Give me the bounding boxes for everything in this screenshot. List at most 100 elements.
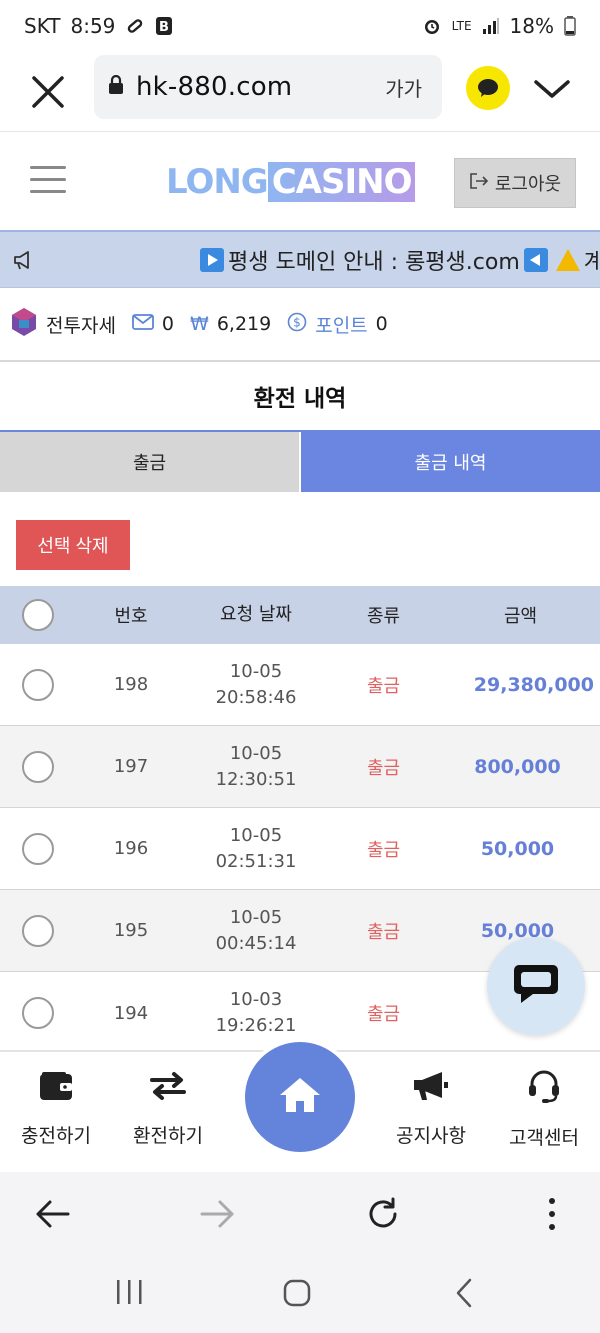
row-date-time: 12:30:51 [215, 768, 297, 790]
live-chat-button[interactable] [487, 937, 585, 1035]
link-icon [125, 16, 145, 36]
notice-ticker: 평생 도메인 안내 : 롱평생.com 계좌 [0, 230, 600, 288]
row-date-day: 10-05 [229, 906, 283, 928]
browser-address-bar: hk-880.com 가가 [0, 52, 600, 132]
back-system-icon[interactable] [454, 1278, 474, 1312]
row-amount: 50,000 [480, 919, 555, 942]
nav-notice[interactable]: 공지사항 [375, 1070, 487, 1148]
logout-button[interactable]: 로그아웃 [454, 158, 576, 208]
menu-icon[interactable] [30, 166, 66, 196]
carrier-label: SKT [24, 14, 61, 38]
row-type: 출금 [366, 675, 401, 697]
row-checkbox[interactable] [22, 914, 54, 947]
url-field[interactable]: hk-880.com 가가 [94, 55, 442, 119]
chat-bubble-icon [511, 961, 561, 1011]
page-title: 환전 내역 [0, 362, 600, 430]
nav-support[interactable]: 고객센터 [488, 1070, 600, 1150]
nav-support-label: 고객센터 [509, 1127, 579, 1149]
header-no: 번호 [114, 606, 148, 627]
tab-withdraw[interactable]: 출금 [0, 432, 301, 492]
home-button[interactable] [241, 1038, 359, 1156]
row-select-cell [0, 832, 76, 865]
tab-withdraw-history[interactable]: 출금 내역 [301, 432, 600, 492]
row-checkbox[interactable] [22, 668, 54, 701]
user-info-bar: 전투자세 0 ₩ 6,219 $ 포인트 0 [0, 288, 600, 362]
battery-icon [564, 16, 576, 36]
message-count: 0 [161, 313, 175, 335]
row-date-time: 00:45:14 [215, 932, 297, 954]
wallet-icon [38, 1070, 74, 1107]
nav-exchange-label: 환전하기 [133, 1125, 203, 1147]
status-right: LTE 18% [422, 14, 576, 38]
status-bar: SKT 8:59 B LTE 18% [0, 0, 600, 52]
site-logo[interactable]: LONG CASINO [166, 162, 416, 202]
row-type: 출금 [366, 757, 401, 779]
select-all-checkbox[interactable] [22, 599, 54, 631]
system-nav-bar [0, 1254, 600, 1333]
headset-icon [526, 1070, 562, 1109]
mail-icon[interactable] [132, 313, 154, 336]
recent-apps-icon[interactable] [114, 1278, 144, 1310]
row-amount: 50,000 [480, 837, 555, 860]
row-type: 출금 [366, 1004, 401, 1025]
points-value: 0 [375, 313, 388, 335]
signal-icon [482, 17, 500, 35]
home-system-icon[interactable] [282, 1278, 312, 1312]
table-row[interactable]: 198 10-05 20:58:46 출금 29,380,000 [0, 644, 600, 726]
svg-text:B: B [159, 20, 169, 35]
header-amount: 금액 [503, 606, 538, 627]
nav-charge[interactable]: 충전하기 [0, 1070, 112, 1148]
browser-toolbar [0, 1172, 600, 1254]
row-date-time: 20:58:46 [215, 686, 297, 708]
svg-text:$: $ [293, 315, 301, 329]
back-arrow-icon[interactable] [32, 1194, 72, 1234]
row-date: 10-05 12:30:51 [186, 741, 326, 793]
chevron-down-icon[interactable] [532, 74, 572, 104]
user-nickname: 전투자세 [46, 314, 116, 337]
row-checkbox[interactable] [22, 997, 54, 1029]
home-icon [278, 1076, 322, 1118]
bottom-nav: 충전하기 환전하기 공지사항 고객센터 [0, 1038, 600, 1172]
row-date: 10-05 02:51:31 [186, 823, 326, 875]
b-app-icon: B [155, 16, 173, 36]
nav-exchange[interactable]: 환전하기 [112, 1070, 224, 1148]
alarm-icon [422, 16, 442, 36]
row-date-day: 10-05 [229, 660, 283, 682]
row-type: 출금 [366, 839, 401, 861]
row-date: 10-03 19:26:21 [186, 987, 326, 1039]
megaphone-icon [12, 248, 36, 276]
battery-label: 18% [509, 14, 554, 38]
row-date-day: 10-05 [229, 742, 283, 764]
user-avatar-icon [10, 306, 38, 343]
text-size-button[interactable]: 가가 [385, 73, 422, 102]
logout-label: 로그아웃 [494, 174, 562, 195]
nav-charge-label: 충전하기 [21, 1125, 91, 1147]
row-no: 198 [113, 674, 149, 695]
table-row[interactable]: 196 10-05 02:51:31 출금 50,000 [0, 808, 600, 890]
row-date-day: 10-03 [229, 989, 283, 1010]
row-date-time: 02:51:31 [215, 850, 297, 872]
row-date: 10-05 00:45:14 [186, 905, 326, 957]
row-date-day: 10-05 [229, 824, 283, 846]
row-checkbox[interactable] [22, 750, 54, 783]
notice-marquee: 평생 도메인 안내 : 롱평생.com 계좌 [200, 232, 600, 287]
points-icon: $ [287, 312, 307, 337]
warning-icon [555, 249, 580, 271]
nav-notice-label: 공지사항 [396, 1125, 466, 1147]
points-label: 포인트 [315, 314, 368, 337]
delete-selected-button[interactable]: 선택 삭제 [16, 520, 130, 570]
table-row[interactable]: 197 10-05 12:30:51 출금 800,000 [0, 726, 600, 808]
row-no: 194 [113, 1002, 149, 1024]
network-label: LTE [451, 19, 472, 33]
table-header: 번호 요청 날짜 종류 금액 [0, 586, 600, 644]
refresh-icon[interactable] [363, 1194, 403, 1234]
clock: 8:59 [70, 14, 116, 38]
more-menu-icon[interactable] [532, 1194, 572, 1234]
status-left: SKT 8:59 B [24, 14, 173, 38]
row-checkbox[interactable] [22, 832, 54, 865]
header-date: 요청 날짜 [220, 604, 292, 625]
close-tab-icon[interactable] [28, 72, 68, 112]
forward-arrow-icon[interactable] [198, 1194, 238, 1234]
kakao-chat-icon[interactable] [466, 66, 510, 110]
row-select-cell [0, 997, 76, 1029]
